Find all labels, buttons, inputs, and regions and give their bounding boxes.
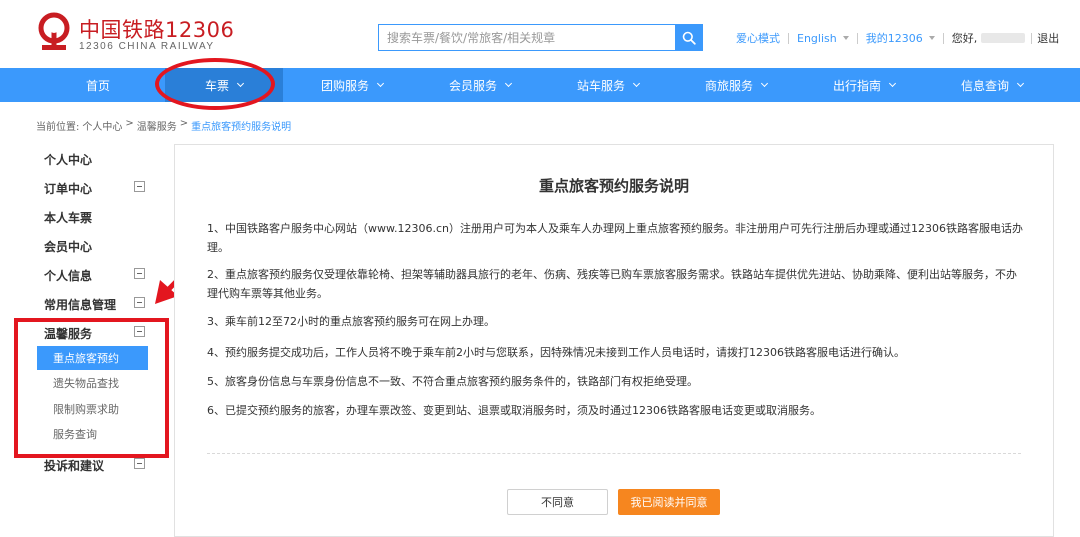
paragraph: 3、乘车前12至72小时的重点旅客预约服务可在网上办理。	[207, 315, 495, 328]
annotation-ellipse	[155, 58, 275, 110]
paragraph: 4、预约服务提交成功后，工作人员将不晚于乘车前2小时与您联系，因特殊情况未接到工…	[207, 346, 905, 359]
paragraph: 5、旅客身份信息与车票身份信息不一致、不符合重点旅客预约服务条件的，铁路部门有权…	[207, 375, 698, 388]
divider	[856, 32, 858, 44]
content-panel: 重点旅客预约服务说明 1、中国铁路客户服务中心网站（www.12306.cn）注…	[174, 144, 1054, 537]
search-button[interactable]	[675, 25, 702, 50]
collapse-toggle-icon[interactable]	[134, 297, 145, 308]
divider	[788, 32, 789, 44]
agree-button[interactable]: 我已阅读并同意	[618, 489, 720, 515]
page-title: 重点旅客预约服务说明	[538, 177, 689, 195]
sidebar-item-personal-center[interactable]: 个人中心	[44, 151, 92, 168]
sidebar-item-personal-info[interactable]: 个人信息	[44, 267, 92, 284]
divider	[1031, 32, 1033, 44]
divider	[207, 453, 1021, 454]
chevron-down-icon	[632, 79, 641, 87]
caret-down-icon	[842, 36, 849, 40]
site-header: 中国铁路12306 12306 CHINA RAILWAY 爱心模式 Engli…	[0, 0, 1080, 68]
breadcrumb: 当前位置: 个人中心 > 温馨服务 > 重点旅客预约服务说明	[36, 118, 294, 133]
breadcrumb-current: 重点旅客预约服务说明	[191, 122, 292, 133]
sidebar-item-member-center[interactable]: 会员中心	[44, 238, 92, 255]
breadcrumb-item[interactable]: 温馨服务	[137, 118, 177, 133]
nav-item-business-service[interactable]: 商旅服务	[674, 68, 798, 102]
blurred-username	[981, 33, 1026, 43]
collapse-toggle-icon[interactable]	[134, 268, 145, 279]
nav-item-label: 站车服务	[576, 78, 625, 93]
search-box	[378, 24, 703, 51]
paragraph: 1、中国铁路客户服务中心网站（www.12306.cn）注册用户可为本人及乘车人…	[207, 222, 1023, 254]
nav-item-travel-guide[interactable]: 出行指南	[802, 68, 926, 102]
paragraph: 6、已提交预约服务的旅客，办理车票改签、变更到站、退票或取消服务时，须及时通过1…	[207, 404, 821, 417]
nav-item-group-service[interactable]: 团购服务	[290, 68, 414, 102]
chevron-down-icon	[888, 79, 897, 87]
caret-down-icon	[928, 36, 935, 40]
nav-item-label: 商旅服务	[704, 78, 753, 93]
nav-item-station-service[interactable]: 站车服务	[546, 68, 670, 102]
chevron-down-icon	[376, 79, 385, 87]
language-dropdown[interactable]: English	[797, 32, 849, 45]
nav-item-info-query[interactable]: 信息查询	[930, 68, 1054, 102]
my12306-dropdown[interactable]: 我的12306	[866, 30, 935, 46]
nav-item-label: 会员服务	[448, 78, 497, 93]
sidebar-item-complaints[interactable]: 投诉和建议	[44, 457, 104, 474]
disagree-button[interactable]: 不同意	[507, 489, 608, 515]
paragraph: 2、重点旅客预约服务仅受理依靠轮椅、担架等辅助器具旅行的老年、伤病、残疾等已购车…	[207, 268, 1017, 300]
nav-item-label: 出行指南	[832, 78, 881, 93]
sidebar-item-common-info[interactable]: 常用信息管理	[44, 296, 116, 313]
nav-item-home[interactable]: 首页	[36, 68, 160, 102]
nav-item-label: 信息查询	[960, 78, 1009, 93]
nav-item-member-service[interactable]: 会员服务	[418, 68, 542, 102]
chevron-down-icon	[1016, 79, 1025, 87]
nav-item-label: 首页	[85, 78, 110, 93]
search-icon	[682, 31, 696, 45]
search-input[interactable]	[379, 25, 676, 50]
chevron-down-icon	[760, 79, 769, 87]
breadcrumb-prefix: 当前位置:	[36, 122, 80, 133]
language-label: English	[797, 31, 837, 45]
greeting-text: 您好,	[951, 32, 978, 45]
chevron-down-icon	[504, 79, 513, 87]
logout-link[interactable]: 退出	[1037, 30, 1059, 46]
care-mode-link[interactable]: 爱心模式	[736, 30, 780, 46]
logo-subtitle: 12306 CHINA RAILWAY	[79, 41, 215, 52]
divider	[942, 32, 944, 44]
top-links: 爱心模式 English 我的12306 您好, 退出	[736, 30, 1059, 46]
collapse-toggle-icon[interactable]	[134, 181, 145, 192]
annotation-box	[14, 318, 169, 458]
sidebar-item-my-tickets[interactable]: 本人车票	[44, 209, 92, 226]
breadcrumb-item[interactable]: 个人中心	[82, 118, 122, 133]
sidebar-item-order-center[interactable]: 订单中心	[44, 180, 92, 197]
china-railway-logo-icon[interactable]	[36, 12, 72, 52]
breadcrumb-separator: >	[179, 118, 189, 129]
logo-title[interactable]: 中国铁路12306	[79, 14, 234, 44]
collapse-toggle-icon[interactable]	[134, 458, 145, 469]
nav-item-label: 团购服务	[320, 78, 369, 93]
my12306-label: 我的12306	[865, 32, 923, 45]
breadcrumb-separator: >	[125, 118, 134, 129]
